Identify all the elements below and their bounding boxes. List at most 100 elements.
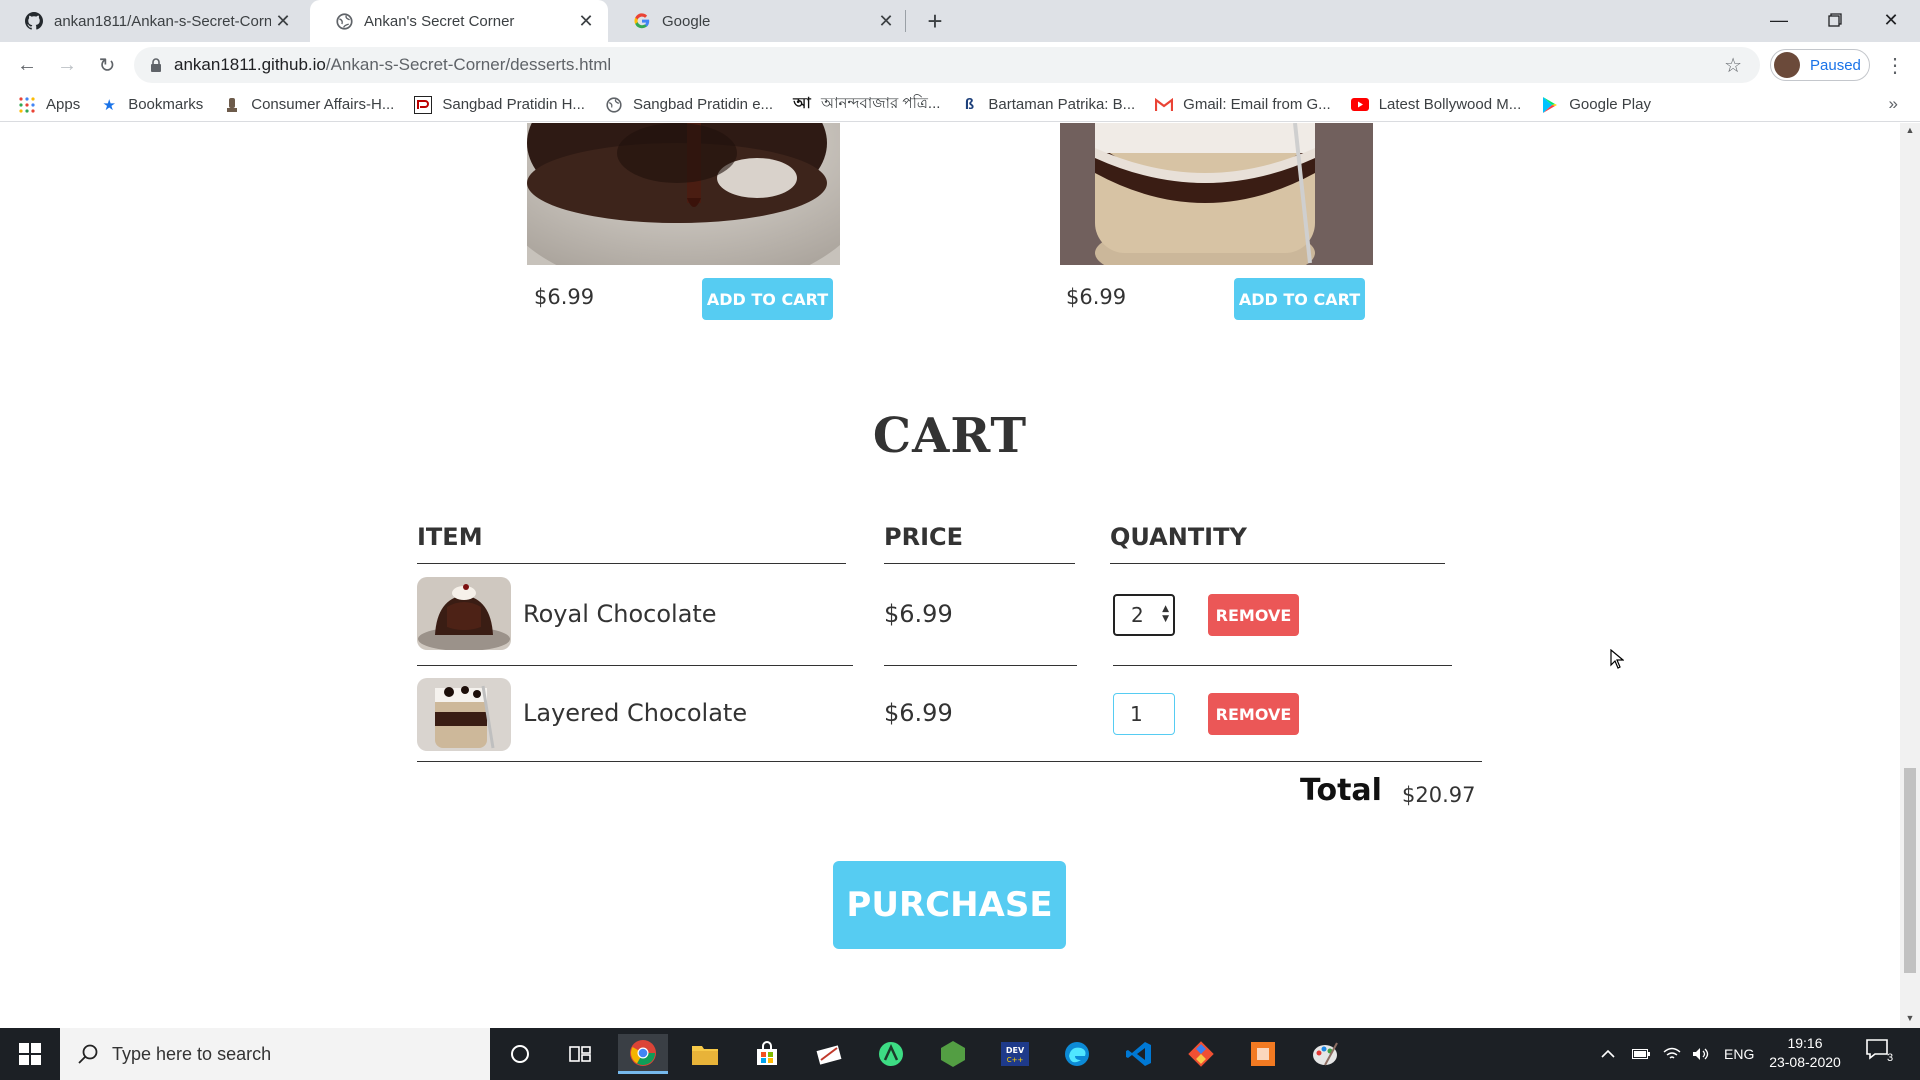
browser-toolbar: ← → ↻ ankan1811.github.io/Ankan-s-Secret… [0,42,1920,88]
purchase-button[interactable]: PURCHASE [833,861,1066,949]
taskbar-search[interactable]: Type here to search [60,1028,490,1080]
bookmark-google-play[interactable]: Google Play [1541,96,1651,114]
close-window-button[interactable]: ✕ [1862,0,1920,40]
bookmark-latest-bollywood[interactable]: Latest Bollywood M... [1350,96,1522,114]
add-to-cart-button[interactable]: ADD TO CART [702,278,833,320]
tab-separator [905,10,906,32]
close-icon[interactable]: ✕ [574,9,598,33]
profile-button[interactable]: Paused [1770,49,1870,81]
snipping-tool-icon[interactable] [804,1034,854,1074]
remove-button[interactable]: REMOVE [1208,693,1299,735]
bookmark-label: Bartaman Patrika: B... [988,96,1136,113]
bookmark-sangbad-pratidin-e[interactable]: Sangbad Pratidin e... [605,96,773,114]
bookmark-bartaman[interactable]: ß Bartaman Patrika: B... [960,96,1135,114]
divider [417,665,853,666]
taskbar-clock[interactable]: 19:16 23-08-2020 [1760,1034,1850,1072]
edge-icon[interactable] [1052,1034,1102,1074]
show-hidden-icons[interactable] [1600,1028,1616,1080]
close-icon[interactable]: ✕ [874,9,898,33]
bookmark-sangbad-pratidin-h[interactable]: Sangbad Pratidin H... [414,95,585,114]
language-indicator[interactable]: ENG [1724,1028,1754,1080]
sublime-box-icon[interactable] [1238,1034,1288,1074]
svg-text:DEV: DEV [1006,1046,1025,1055]
bookmark-label: Apps [46,96,81,113]
git-icon[interactable] [1176,1034,1226,1074]
microsoft-store-icon[interactable] [742,1034,792,1074]
cortana-icon[interactable] [495,1034,545,1074]
chrome-taskbar-icon[interactable] [618,1034,668,1074]
column-header-item: ITEM [417,523,483,551]
quantity-value: 1 [1130,702,1143,726]
stepper-arrows-icon[interactable]: ▲ ▼ [1162,604,1169,624]
forward-button[interactable]: → [52,50,82,80]
cart-item-name: Layered Chocolate [523,699,748,727]
tab-title: Ankan's Secret Corner [364,12,515,30]
task-view-icon[interactable] [555,1034,605,1074]
scroll-thumb[interactable] [1904,768,1916,973]
url-host: ankan1811.github.io [174,55,326,74]
bookmark-consumer-affairs[interactable]: Consumer Affairs-H... [223,96,394,114]
browser-menu-icon[interactable]: ⋮ [1880,50,1910,80]
globe-icon [334,11,354,31]
page-scrollbar[interactable]: ▲ ▼ [1900,123,1920,1028]
scroll-down-icon[interactable]: ▼ [1904,1013,1916,1025]
divider [417,761,1482,762]
bookmark-apps[interactable]: Apps [18,96,80,114]
bookmark-label: Latest Bollywood M... [1378,96,1522,113]
total-label: Total [1300,773,1382,808]
vscode-icon[interactable] [1114,1034,1164,1074]
notifications-button[interactable]: 3 [1865,1038,1905,1070]
wifi-icon[interactable] [1663,1028,1681,1080]
google-icon [632,11,652,31]
tab-github[interactable]: ankan1811/Ankan-s-Secret-Corn ✕ [0,0,305,42]
start-button[interactable] [0,1028,60,1080]
close-icon[interactable]: ✕ [271,9,295,33]
github-icon [24,11,44,31]
product-image-layered-chocolate [1060,123,1373,283]
profile-status: Paused [1810,56,1861,74]
pratidin-icon [414,95,433,114]
bookmark-bookmarks[interactable]: ★ Bookmarks [100,96,203,114]
column-header-quantity: QUANTITY [1110,523,1247,551]
tab-title: Google [662,12,711,30]
quantity-input[interactable]: 2 ▲ ▼ [1113,594,1175,636]
svg-text:C++: C++ [1007,1056,1024,1064]
globe-icon [605,96,623,114]
back-button[interactable]: ← [12,50,42,80]
tab-ankans-secret-corner[interactable]: Ankan's Secret Corner ✕ [310,0,608,42]
battery-icon[interactable] [1632,1028,1650,1080]
bookmark-label: Bookmarks [128,96,204,113]
url-path: /Ankan-s-Secret-Corner/desserts.html [325,55,612,74]
google-play-icon [1541,96,1559,114]
tab-title: ankan1811/Ankan-s-Secret-Corn [54,12,271,30]
youtube-icon [1350,96,1369,114]
minimize-button[interactable]: — [1750,0,1808,40]
tab-strip: ankan1811/Ankan-s-Secret-Corn ✕ Ankan's … [0,0,1920,42]
address-bar[interactable]: ankan1811.github.io/Ankan-s-Secret-Corne… [134,47,1760,83]
anandabazar-icon: আ [793,95,811,112]
bookmark-anandabazar[interactable]: আ আনন্দবাজার পত্রি... [793,92,940,117]
clock-time: 19:16 [1787,1035,1823,1051]
more-bookmarks-icon[interactable]: » [1889,94,1898,114]
bookmark-label: Sangbad Pratidin e... [632,96,774,113]
devc-icon[interactable]: DEV C++ [990,1034,1040,1074]
add-to-cart-button[interactable]: ADD TO CART [1234,278,1365,320]
bookmark-gmail[interactable]: Gmail: Email from G... [1155,96,1331,114]
file-explorer-icon[interactable] [680,1034,730,1074]
volume-icon[interactable] [1692,1028,1710,1080]
new-tab-button[interactable]: + [920,6,950,36]
quantity-input[interactable]: 1 [1113,693,1175,735]
reload-button[interactable]: ↻ [92,50,122,80]
remove-button[interactable]: REMOVE [1208,594,1299,636]
scroll-up-icon[interactable]: ▲ [1904,125,1916,137]
product-price: $6.99 [1066,285,1127,309]
paint-icon[interactable] [1300,1034,1350,1074]
restore-icon [1828,13,1842,27]
android-studio-icon[interactable] [866,1034,916,1074]
nodejs-icon[interactable] [928,1034,978,1074]
notification-icon [1866,1039,1888,1060]
tab-google[interactable]: Google ✕ [608,0,908,42]
cart-title: CART [872,408,1028,464]
maximize-button[interactable] [1806,0,1864,40]
bookmark-star-icon[interactable]: ☆ [1724,53,1742,78]
